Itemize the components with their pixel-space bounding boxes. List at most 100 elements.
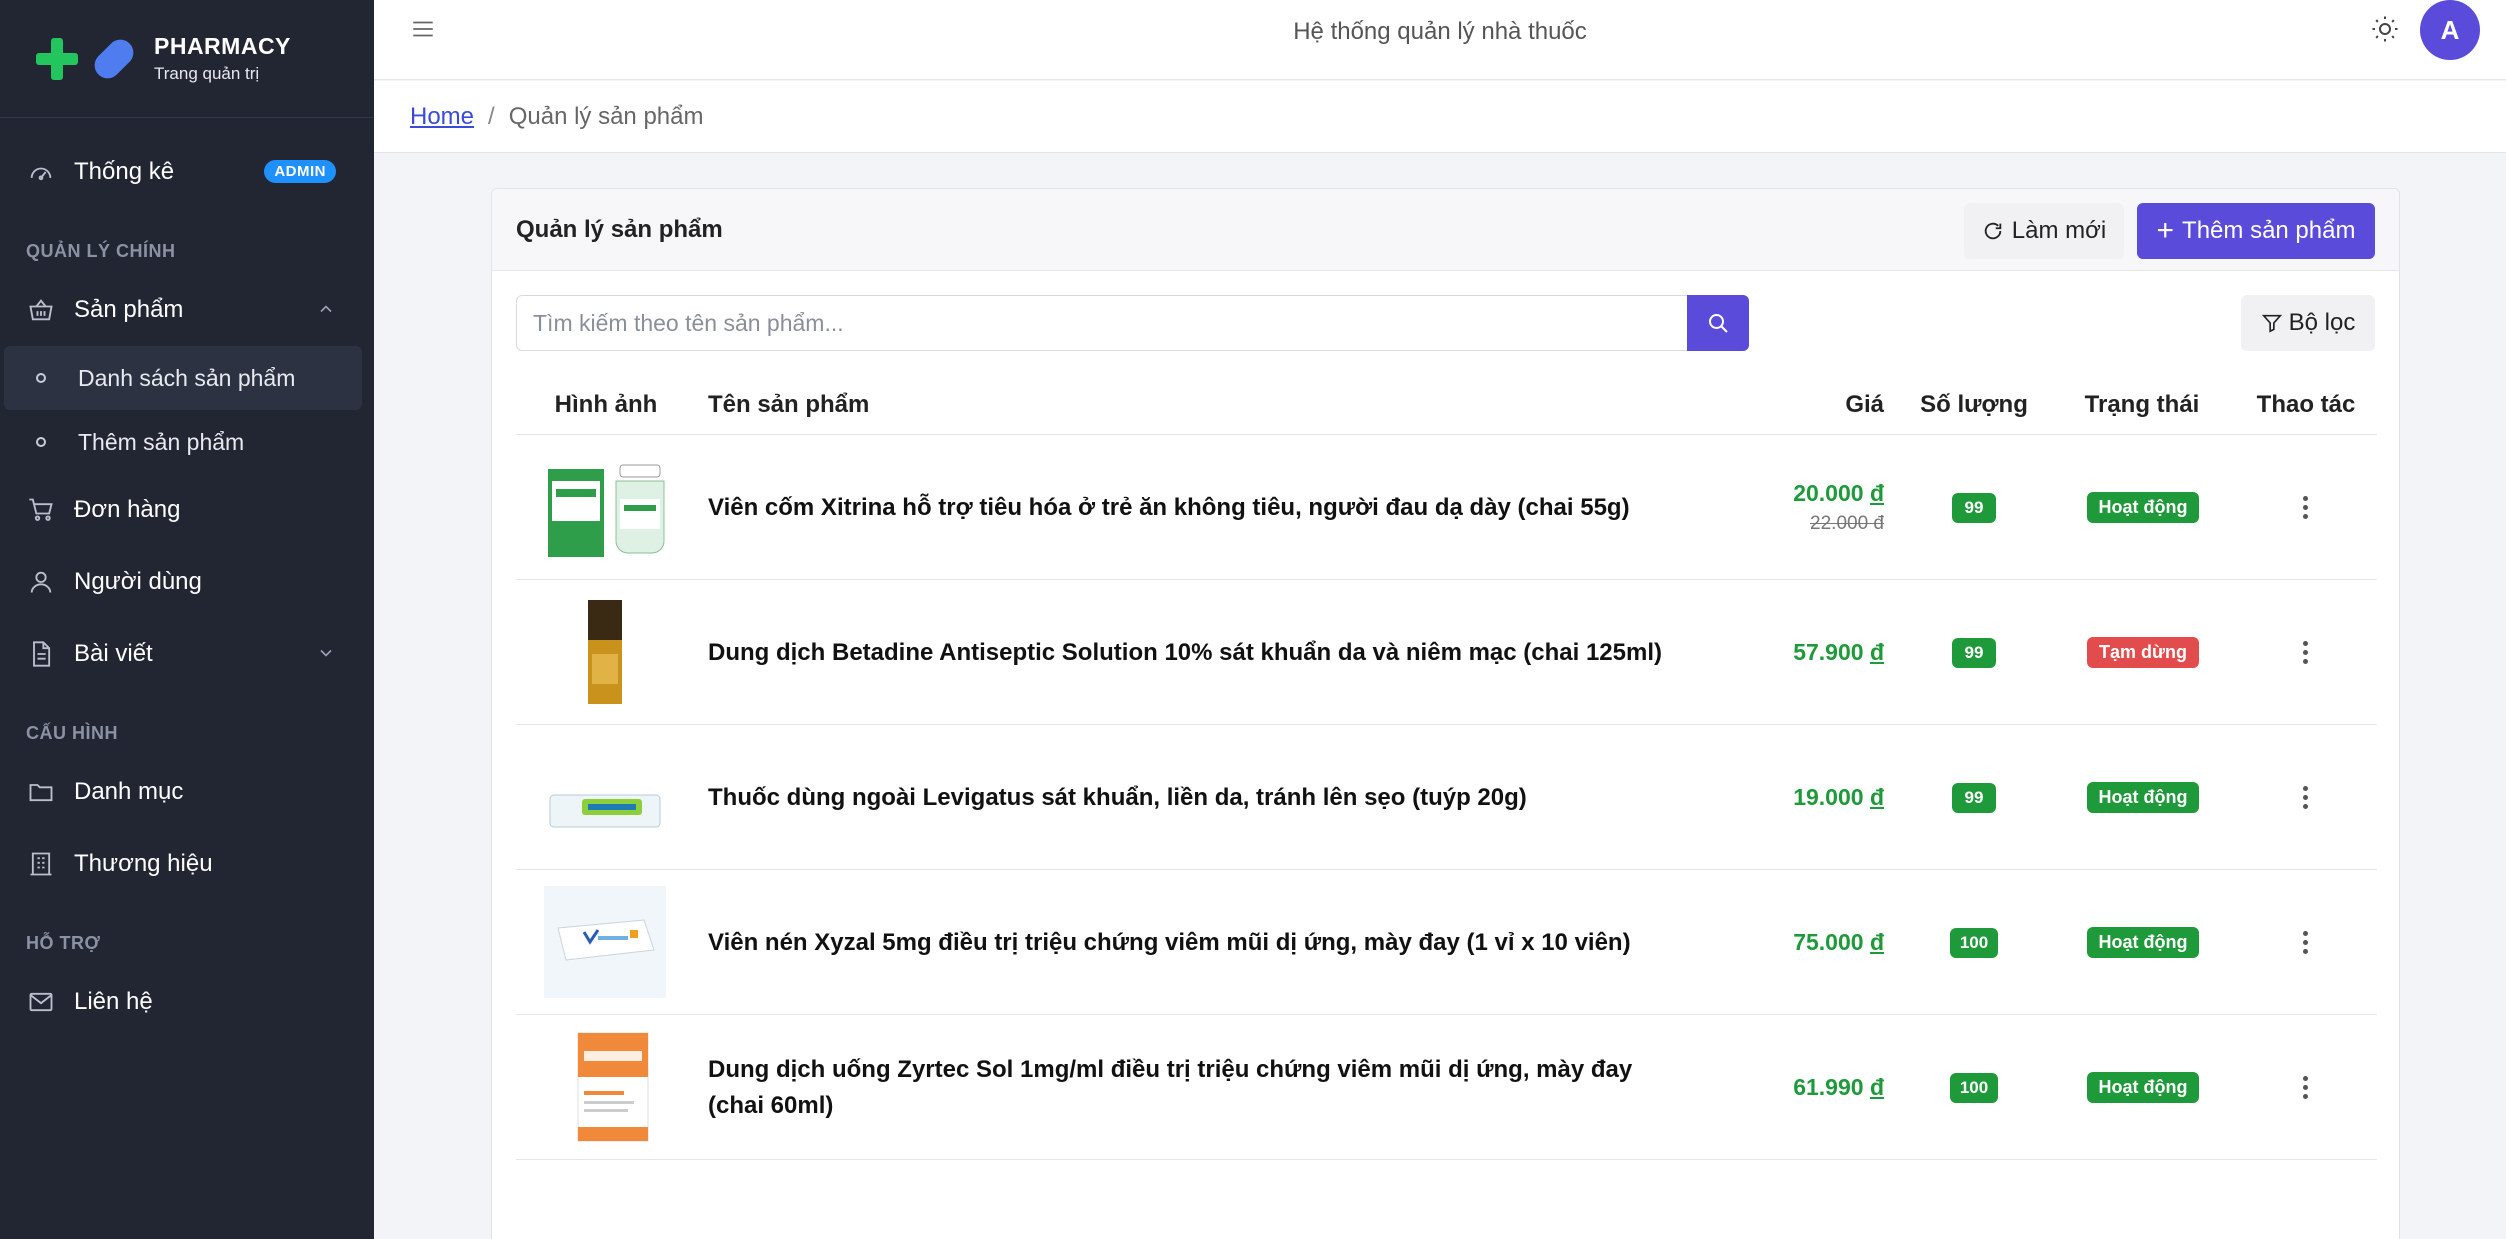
refresh-button[interactable]: Làm mới (1964, 203, 2124, 259)
product-name[interactable]: Viên nén Xyzal 5mg điều trị triệu chứng … (708, 870, 1668, 1015)
sidebar-item-dashboard[interactable]: Thống kê ADMIN (0, 136, 374, 208)
table-header: Hình ảnh Tên sản phẩm Giá Số lượng Trạng… (516, 375, 2377, 435)
product-image (544, 886, 666, 998)
status-cell: Hoạt động (2068, 435, 2218, 580)
old-price: 22.000 đ (1810, 513, 1884, 534)
breadcrumb-current: Quản lý sản phẩm (508, 102, 704, 130)
product-name[interactable]: Dung dịch Betadine Antiseptic Solution 1… (708, 580, 1668, 725)
sidebar-item-label: Danh mục (74, 778, 184, 805)
circle-bullet-icon (36, 437, 46, 447)
sidebar-subitem-label: Danh sách sản phẩm (78, 364, 296, 391)
sun-theme-toggle-icon[interactable] (2370, 14, 2400, 44)
envelope-icon (26, 987, 56, 1017)
column-header-price: Giá (1845, 391, 1884, 418)
sidebar: PHARMACY Trang quản trị Thống kê ADMIN Q… (0, 0, 374, 1239)
section-title-main: QUẢN LÝ CHÍNH (26, 241, 176, 261)
product-image (544, 741, 666, 853)
qty-badge: 99 (1952, 637, 1996, 668)
brand-subtitle: Trang quản trị (154, 64, 260, 83)
status-cell: Hoạt động (2068, 870, 2218, 1015)
cart-icon (26, 495, 56, 525)
row-actions-button[interactable] (2236, 580, 2376, 725)
status-cell: Hoạt động (2068, 725, 2218, 870)
price-cell: 19.000 đ (1793, 725, 1884, 870)
product-table: Hình ảnh Tên sản phẩm Giá Số lượng Trạng… (516, 375, 2377, 1160)
column-header-actions: Thao tác (2256, 391, 2356, 418)
user-icon (26, 567, 56, 597)
folder-icon (26, 777, 56, 807)
status-badge: Hoạt động (2086, 1072, 2200, 1103)
sidebar-item-users[interactable]: Người dùng (0, 546, 374, 618)
status-cell: Hoạt động (2068, 1015, 2218, 1160)
search-input[interactable] (516, 295, 1691, 351)
filter-button[interactable]: Bộ lọc (2241, 295, 2375, 351)
sidebar-nav: Thống kê ADMIN QUẢN LÝ CHÍNH Sản phẩm Da… (0, 118, 374, 1038)
qty-cell: 100 (1914, 870, 2034, 1015)
sidebar-item-products[interactable]: Sản phẩm (0, 274, 374, 346)
filter-icon (2261, 314, 2282, 333)
search-icon (1709, 314, 1728, 333)
qty-badge: 100 (1949, 1072, 1999, 1103)
product-name[interactable]: Viên cốm Xitrina hỗ trợ tiêu hóa ở trẻ ă… (708, 435, 1668, 580)
plus-icon: + (2156, 214, 2175, 247)
price: 61.990 đ (1793, 1074, 1884, 1100)
sidebar-item-categories[interactable]: Danh mục (0, 756, 374, 828)
sidebar-subitem-product-list[interactable]: Danh sách sản phẩm (4, 346, 362, 410)
chevron-down-icon (320, 649, 332, 657)
column-header-qty: Số lượng (1920, 391, 2028, 418)
kebab-menu-icon (2303, 1076, 2309, 1099)
sidebar-item-label: Người dùng (74, 568, 202, 595)
product-management-card: Quản lý sản phẩm Làm mới + Thêm sản phẩm… (491, 188, 2400, 1239)
app-title: Hệ thống quản lý nhà thuốc (1293, 18, 1587, 45)
search-button[interactable] (1687, 295, 1749, 351)
price-cell: 61.990 đ (1793, 1015, 1884, 1160)
table-row[interactable]: Dung dịch Betadine Antiseptic Solution 1… (516, 580, 2377, 725)
table-row[interactable]: Viên cốm Xitrina hỗ trợ tiêu hóa ở trẻ ă… (516, 435, 2377, 580)
card-title: Quản lý sản phẩm (516, 215, 723, 243)
table-row[interactable]: Viên nén Xyzal 5mg điều trị triệu chứng … (516, 870, 2377, 1015)
row-actions-button[interactable] (2236, 870, 2376, 1015)
product-name[interactable]: Dung dịch uống Zyrtec Sol 1mg/ml điều tr… (708, 1015, 1668, 1160)
sidebar-item-label: Sản phẩm (74, 296, 184, 323)
price-cell: 57.900 đ (1793, 580, 1884, 725)
brand-text: PHARMACY Trang quản trị (154, 33, 291, 84)
sidebar-subitem-add-product[interactable]: Thêm sản phẩm (4, 410, 362, 474)
breadcrumb-home-link[interactable]: Home (410, 103, 474, 131)
add-product-label: Thêm sản phẩm (2182, 217, 2356, 244)
table-row[interactable]: Dung dịch uống Zyrtec Sol 1mg/ml điều tr… (516, 1015, 2377, 1160)
column-header-name: Tên sản phẩm (708, 391, 870, 418)
sidebar-item-label: Bài viết (74, 640, 153, 667)
basket-icon (26, 295, 56, 325)
table-row[interactable]: Thuốc dùng ngoài Levigatus sát khuẩn, li… (516, 725, 2377, 870)
speedometer-icon (26, 157, 56, 187)
sidebar-item-posts[interactable]: Bài viết (0, 618, 374, 690)
kebab-menu-icon (2303, 786, 2309, 809)
row-actions-button[interactable] (2236, 725, 2376, 870)
sidebar-item-brands[interactable]: Thương hiệu (0, 828, 374, 900)
column-header-image: Hình ảnh (554, 391, 658, 418)
status-cell: Tạm dừng (2068, 580, 2218, 725)
row-actions-button[interactable] (2236, 435, 2376, 580)
sidebar-item-label: Liên hệ (74, 988, 153, 1015)
qty-badge: 99 (1952, 782, 1996, 813)
qty-badge: 99 (1952, 492, 1996, 523)
product-name[interactable]: Thuốc dùng ngoài Levigatus sát khuẩn, li… (708, 725, 1668, 870)
qty-cell: 99 (1914, 725, 2034, 870)
sidebar-item-orders[interactable]: Đơn hàng (0, 474, 374, 546)
breadcrumb: Home / Quản lý sản phẩm (374, 81, 2506, 153)
add-product-button[interactable]: + Thêm sản phẩm (2137, 203, 2375, 259)
qty-cell: 99 (1914, 435, 2034, 580)
product-image (544, 451, 666, 563)
row-actions-button[interactable] (2236, 1015, 2376, 1160)
status-badge: Hoạt động (2086, 492, 2200, 523)
sidebar-item-contact[interactable]: Liên hệ (0, 966, 374, 1038)
sidebar-item-label: Thống kê (74, 158, 175, 185)
brand[interactable]: PHARMACY Trang quản trị (0, 0, 374, 118)
section-title-config: CẤU HÌNH (26, 723, 118, 743)
product-image (544, 1031, 666, 1143)
filter-label: Bộ lọc (2288, 309, 2356, 336)
price: 20.000 đ (1793, 480, 1884, 506)
sidebar-item-label: Thương hiệu (74, 850, 213, 877)
price-cell: 75.000 đ (1793, 870, 1884, 1015)
avatar[interactable]: A (2420, 0, 2480, 60)
